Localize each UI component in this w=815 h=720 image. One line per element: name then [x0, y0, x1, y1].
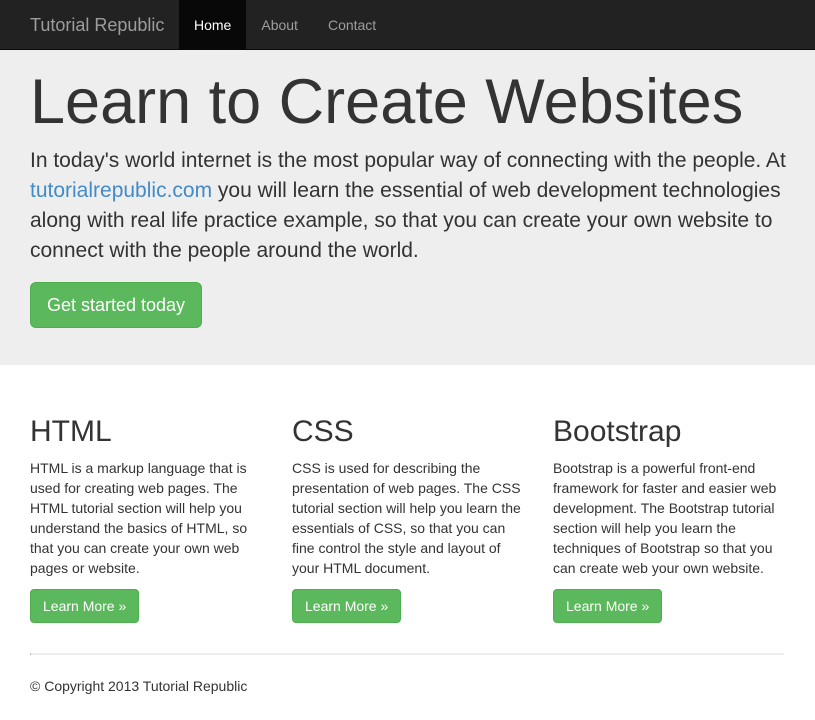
column-text-bootstrap: Bootstrap is a powerful front-end framew… [553, 460, 777, 576]
footer: © Copyright 2013 Tutorial Republic [30, 676, 247, 696]
nav-menu: Home About Contact [179, 0, 391, 50]
column-heading-html: HTML [30, 415, 112, 448]
column-text-css: CSS is used for describing the presentat… [292, 460, 521, 576]
brand-link[interactable]: Tutorial Republic [30, 0, 164, 50]
hero-title: Learn to Create Websites [30, 67, 744, 137]
hero-jumbotron: Learn to Create Websites In today's worl… [0, 50, 815, 365]
tutorialrepublic-link[interactable]: tutorialrepublic.com [30, 179, 212, 202]
footer-divider [30, 653, 784, 655]
nav-link-about[interactable]: About [246, 0, 313, 50]
nav-item-about: About [246, 0, 313, 50]
column-heading-css: CSS [292, 415, 354, 448]
nav-item-contact: Contact [313, 0, 391, 50]
nav-link-contact[interactable]: Contact [313, 0, 391, 50]
column-heading-bootstrap: Bootstrap [553, 415, 682, 448]
get-started-button[interactable]: Get started today [30, 282, 202, 328]
bootstrap-learn-more-button[interactable]: Learn More » [553, 589, 663, 623]
css-column: CSS CSS is used for describing the prese… [292, 412, 527, 623]
nav-link-home[interactable]: Home [179, 0, 247, 50]
nav-item-home: Home [179, 0, 247, 50]
copyright-text: © Copyright 2013 Tutorial Republic [30, 678, 248, 694]
css-learn-more-button[interactable]: Learn More » [292, 589, 402, 623]
html-column: HTML HTML is a markup language that is u… [30, 412, 265, 623]
column-text-html: HTML is a markup language that is used f… [30, 460, 248, 576]
top-navbar: Tutorial Republic Home About Contact [0, 0, 815, 50]
html-learn-more-button[interactable]: Learn More » [30, 589, 140, 623]
bootstrap-column: Bootstrap Bootstrap is a powerful front-… [553, 412, 788, 623]
hero-text-before-link: In today's world internet is the most po… [30, 149, 786, 172]
hero-description: In today's world internet is the most po… [30, 146, 790, 266]
